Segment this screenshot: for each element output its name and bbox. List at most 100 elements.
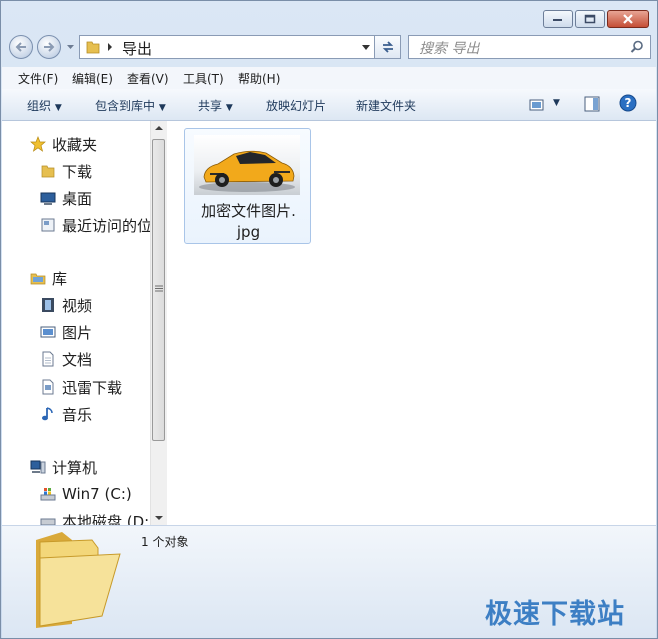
minimize-icon bbox=[553, 19, 562, 21]
nav-pictures-label: 图片 bbox=[62, 323, 93, 342]
nav-videos-label: 视频 bbox=[62, 296, 93, 315]
explorer-window: 导出 搜索 导出 文件(F) 编辑(E) 查看(V) 工具(T) 帮助(H) 组… bbox=[0, 0, 658, 639]
nav-recent-label: 最近访问的位 bbox=[62, 216, 150, 235]
breadcrumb-arrow-icon[interactable] bbox=[107, 43, 113, 51]
nav-pictures[interactable]: 图片 bbox=[40, 321, 92, 343]
chevron-down-icon: ▼ bbox=[225, 103, 233, 113]
organize-label: 组织 bbox=[27, 99, 52, 113]
recent-places-icon bbox=[41, 218, 55, 232]
preview-pane-button[interactable] bbox=[584, 96, 600, 116]
chevron-down-icon[interactable]: ▼ bbox=[553, 98, 560, 108]
grip-icon bbox=[155, 285, 163, 292]
title-bar bbox=[1, 1, 657, 31]
nav-scrollbar[interactable] bbox=[150, 121, 167, 525]
pictures-icon bbox=[40, 326, 56, 338]
nav-drive-c-label: Win7 (C:) bbox=[62, 485, 132, 503]
menu-tools[interactable]: 工具(T) bbox=[183, 70, 224, 87]
nav-downloads-label: 下载 bbox=[62, 162, 93, 181]
nav-libraries-label: 库 bbox=[52, 269, 68, 288]
nav-drive-c[interactable]: Win7 (C:) bbox=[40, 483, 132, 505]
chevron-down-icon: ▼ bbox=[54, 103, 62, 113]
menu-help[interactable]: 帮助(H) bbox=[238, 70, 280, 87]
nav-desktop[interactable]: 桌面 bbox=[40, 187, 92, 209]
svg-text:?: ? bbox=[625, 96, 632, 110]
video-icon bbox=[42, 298, 54, 312]
organize-button[interactable]: 组织 ▼ bbox=[27, 97, 62, 114]
system-drive-icon bbox=[40, 488, 56, 501]
help-button[interactable]: ? bbox=[619, 94, 637, 116]
download-folder-icon bbox=[41, 165, 55, 178]
address-row: 导出 搜索 导出 bbox=[9, 33, 651, 61]
folder-icon bbox=[86, 41, 100, 54]
scroll-down-icon[interactable] bbox=[155, 515, 163, 521]
content-area: 收藏夹 下载 桌面 最近访问的位 库 视频 图片 文档 迅雷下载 音乐 计算机 … bbox=[2, 121, 656, 525]
window-controls bbox=[543, 10, 649, 28]
folder-icon bbox=[36, 532, 121, 628]
include-in-library-button[interactable]: 包含到库中 ▼ bbox=[95, 97, 166, 114]
share-button[interactable]: 共享 ▼ bbox=[198, 97, 233, 114]
nav-documents[interactable]: 文档 bbox=[40, 348, 92, 370]
search-icon[interactable] bbox=[630, 40, 644, 54]
chevron-down-icon: ▼ bbox=[158, 103, 166, 113]
nav-downloads[interactable]: 下载 bbox=[40, 160, 92, 182]
maximize-button[interactable] bbox=[575, 10, 605, 28]
help-icon: ? bbox=[619, 94, 637, 112]
recent-pages-dropdown-icon[interactable] bbox=[66, 44, 75, 50]
share-label: 共享 bbox=[198, 99, 223, 113]
nav-music[interactable]: 音乐 bbox=[40, 403, 92, 425]
menu-view[interactable]: 查看(V) bbox=[127, 70, 169, 87]
file-item[interactable]: 加密文件图片. jpg bbox=[184, 128, 311, 244]
nav-documents-label: 文档 bbox=[62, 350, 93, 369]
menu-edit[interactable]: 编辑(E) bbox=[72, 70, 113, 87]
item-count: 1 个对象 bbox=[141, 535, 189, 549]
new-folder-button[interactable]: 新建文件夹 bbox=[356, 97, 416, 114]
file-name-line1: 加密文件图片. bbox=[201, 202, 296, 220]
minimize-button[interactable] bbox=[543, 10, 573, 28]
refresh-icon bbox=[382, 41, 393, 53]
include-label: 包含到库中 bbox=[95, 99, 156, 113]
file-name: 加密文件图片. jpg bbox=[185, 201, 312, 243]
search-box[interactable]: 搜索 导出 bbox=[408, 35, 651, 59]
slideshow-button[interactable]: 放映幻灯片 bbox=[266, 97, 326, 114]
forward-button[interactable] bbox=[37, 35, 61, 59]
nav-videos[interactable]: 视频 bbox=[40, 294, 92, 316]
nav-xunlei-label: 迅雷下载 bbox=[62, 378, 123, 397]
car-image-icon bbox=[199, 150, 295, 192]
breadcrumb-current[interactable]: 导出 bbox=[122, 38, 152, 59]
library-icon bbox=[30, 273, 46, 285]
nav-music-label: 音乐 bbox=[62, 405, 93, 424]
desktop-icon bbox=[40, 192, 56, 205]
nav-favorites-label: 收藏夹 bbox=[52, 135, 98, 154]
nav-xunlei-downloads[interactable]: 迅雷下载 bbox=[40, 376, 122, 398]
forward-arrow-icon bbox=[44, 42, 55, 52]
menu-file[interactable]: 文件(F) bbox=[18, 70, 58, 87]
address-dropdown-icon[interactable] bbox=[362, 45, 370, 50]
details-pane: 1 个对象 极速下载站 bbox=[2, 525, 656, 638]
star-icon bbox=[30, 136, 46, 152]
menu-bar: 文件(F) 编辑(E) 查看(V) 工具(T) 帮助(H) bbox=[2, 67, 656, 90]
back-arrow-icon bbox=[15, 42, 26, 52]
computer-icon bbox=[30, 460, 46, 474]
scrollbar-thumb[interactable] bbox=[152, 139, 165, 441]
close-icon bbox=[623, 14, 633, 24]
address-bar[interactable]: 导出 bbox=[79, 35, 375, 59]
nav-recent-places[interactable]: 最近访问的位 bbox=[40, 214, 150, 236]
document-icon bbox=[42, 379, 54, 395]
music-note-icon bbox=[42, 407, 53, 421]
nav-desktop-label: 桌面 bbox=[62, 189, 93, 208]
back-button[interactable] bbox=[9, 35, 33, 59]
drive-icon bbox=[40, 518, 56, 525]
nav-drive-d-label: 本地磁盘 (D: bbox=[62, 512, 150, 526]
refresh-button[interactable] bbox=[375, 35, 401, 59]
file-name-line2: jpg bbox=[236, 223, 261, 241]
nav-favorites[interactable]: 收藏夹 bbox=[30, 133, 97, 155]
scroll-up-icon[interactable] bbox=[155, 125, 163, 131]
document-icon bbox=[42, 351, 54, 367]
command-bar: 组织 ▼ 包含到库中 ▼ 共享 ▼ 放映幻灯片 新建文件夹 ▼ ? bbox=[2, 89, 656, 121]
nav-drive-d[interactable]: 本地磁盘 (D: bbox=[40, 510, 149, 525]
nav-libraries[interactable]: 库 bbox=[30, 267, 67, 289]
nav-computer[interactable]: 计算机 bbox=[30, 456, 97, 478]
view-options-button[interactable] bbox=[529, 97, 545, 116]
close-button[interactable] bbox=[607, 10, 649, 28]
maximize-icon bbox=[584, 14, 596, 24]
